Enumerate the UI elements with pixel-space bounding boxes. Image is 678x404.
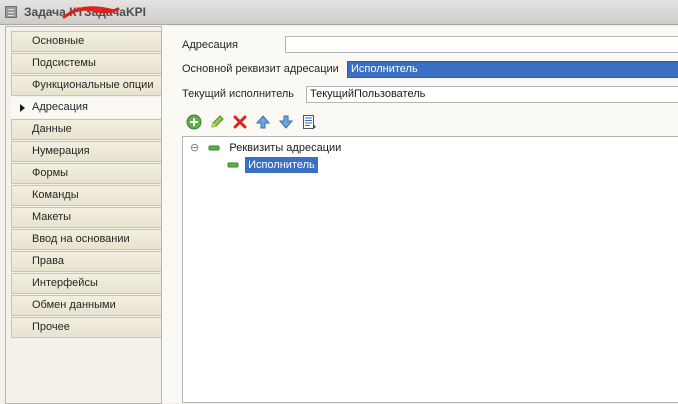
main-panel: Адресация Основной реквизит адресации Ис… [161, 26, 678, 403]
edit-icon[interactable] [209, 114, 225, 130]
tree-row-child[interactable]: Исполнитель [227, 157, 318, 173]
nav-item-interfeysy[interactable]: Интерфейсы [11, 273, 162, 294]
nav-item-formy[interactable]: Формы [11, 163, 162, 184]
addressing-attributes-tree[interactable]: ⊖ Реквизиты адресации Исполнитель [182, 136, 678, 403]
nav-item-funkc-opcii[interactable]: Функциональные опции [11, 75, 162, 96]
addressing-label: Адресация [182, 39, 239, 51]
nav-item-label: Нумерация [32, 145, 90, 157]
nav-item-vvod-na-osnovanii[interactable]: Ввод на основании [11, 229, 162, 250]
nav-item-label: Адресация [32, 101, 89, 113]
tree-child-label: Исполнитель [245, 157, 318, 173]
main-attr-field[interactable]: Исполнитель [347, 61, 678, 78]
move-up-icon[interactable] [255, 114, 271, 130]
nav-item-label: Ввод на основании [32, 233, 130, 245]
redaction-scribble [62, 6, 120, 19]
nav-item-podsistemy[interactable]: Подсистемы [11, 53, 162, 74]
active-arrow-icon [20, 104, 25, 112]
nav-item-label: Основные [32, 35, 85, 47]
nav-item-osnovnye[interactable]: Основные [11, 31, 162, 52]
nav-item-makety[interactable]: Макеты [11, 207, 162, 228]
window-icon [5, 6, 17, 18]
tree-row-root[interactable]: ⊖ Реквизиты адресации [190, 141, 341, 154]
main-attr-label: Основной реквизит адресации [182, 63, 339, 75]
nav-item-prochee[interactable]: Прочее [11, 317, 162, 338]
title-bar: Задача КТЗадачаKPI [0, 0, 678, 25]
nav-item-label: Команды [32, 189, 79, 201]
add-icon[interactable] [186, 114, 202, 130]
current-executor-field[interactable]: ТекущийПользователь [306, 86, 678, 103]
nav-item-obmen-dannymi[interactable]: Обмен данными [11, 295, 162, 316]
nav-item-prava[interactable]: Права [11, 251, 162, 272]
list-icon[interactable] [301, 114, 317, 130]
nav-item-label: Функциональные опции [32, 79, 154, 91]
nav-item-label: Данные [32, 123, 72, 135]
collapse-toggle-icon[interactable]: ⊖ [190, 142, 199, 154]
nav-item-dannye[interactable]: Данные [11, 119, 162, 140]
nav-item-numeraciya[interactable]: Нумерация [11, 141, 162, 162]
nav-item-label: Прочее [32, 321, 70, 333]
nav-item-komandy[interactable]: Команды [11, 185, 162, 206]
attribute-icon [227, 162, 239, 168]
nav-item-label: Обмен данными [32, 299, 116, 311]
move-down-icon[interactable] [278, 114, 294, 130]
nav-item-label: Права [32, 255, 64, 267]
nav-item-label: Подсистемы [32, 57, 96, 69]
tree-root-label: Реквизиты адресации [229, 142, 342, 154]
attribute-group-icon [208, 145, 220, 151]
nav-item-adresaciya[interactable]: Адресация [11, 97, 162, 118]
sidebar-nav: Основные Подсистемы Функциональные опции… [5, 26, 162, 404]
nav-item-label: Макеты [32, 211, 72, 223]
nav-item-label: Формы [32, 167, 69, 179]
delete-icon[interactable] [232, 114, 248, 130]
addressing-field[interactable] [285, 36, 678, 53]
current-executor-label: Текущий исполнитель [182, 88, 294, 100]
nav-item-label: Интерфейсы [32, 277, 98, 289]
